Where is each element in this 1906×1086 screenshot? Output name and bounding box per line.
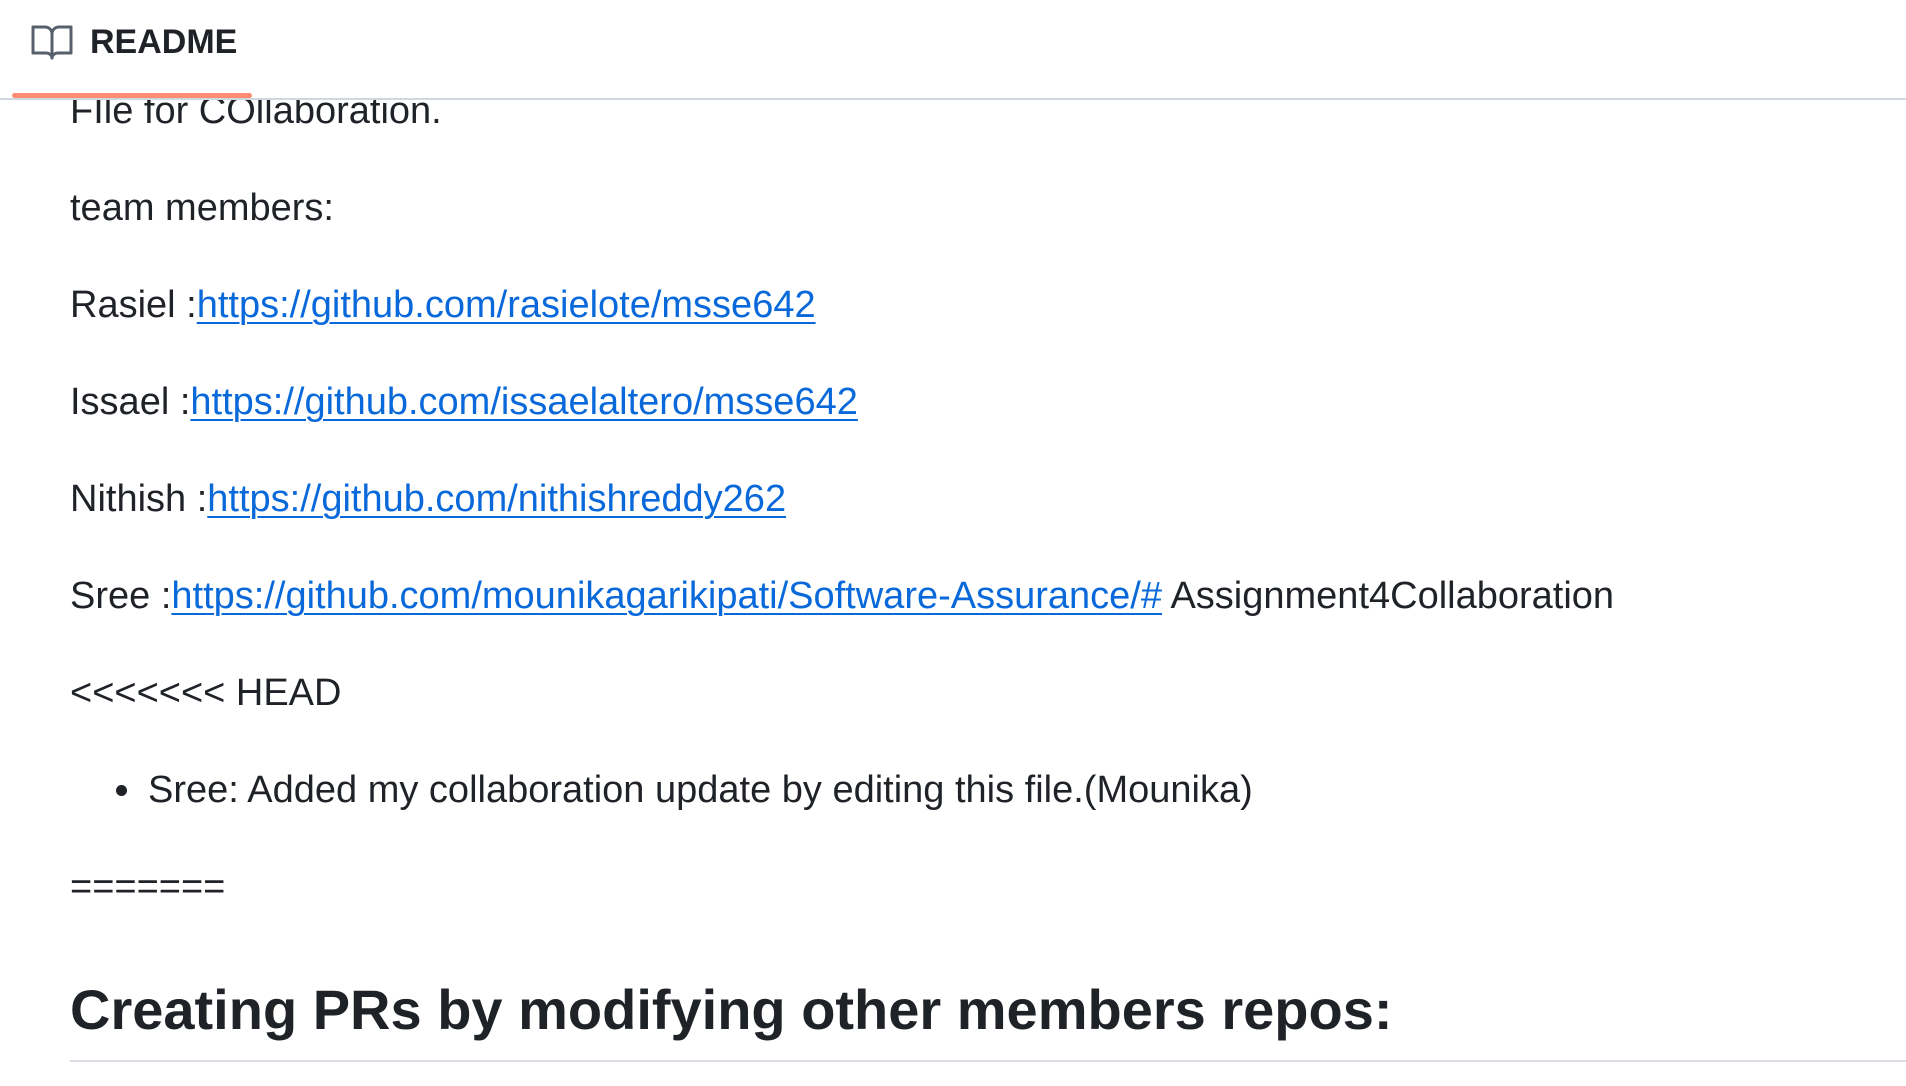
readme-page: README FIle for COllaboration. team memb… (0, 0, 1906, 1086)
member-name: Nithish : (70, 478, 208, 520)
readme-tab-bar: README (0, 0, 1906, 100)
member-link-rasiel[interactable]: https://github.com/rasielote/msse642 (197, 284, 816, 326)
readme-tab-label: README (90, 23, 238, 61)
book-icon (31, 25, 73, 60)
member-rasiel: Rasiel :https://github.com/rasielote/mss… (70, 282, 816, 328)
member-name: Rasiel : (70, 284, 197, 326)
member-nithish: Nithish :https://github.com/nithishreddy… (70, 476, 786, 522)
readme-tab[interactable]: README (12, 0, 252, 98)
member-link-nithish[interactable]: https://github.com/nithishreddy262 (207, 478, 786, 520)
member-sree: Sree :https://github.com/mounikagarikipa… (70, 573, 1614, 619)
member-suffix: Assignment4Collaboration (1162, 575, 1615, 617)
team-members-label: team members: (70, 187, 334, 229)
bullet-dot (116, 785, 127, 796)
conflict-marker-head: <<<<<<< HEAD (70, 672, 342, 714)
active-tab-indicator (12, 93, 252, 98)
list-item-text: Sree: Added my collaboration update by e… (148, 769, 1253, 811)
conflict-separator: ======= (70, 866, 226, 908)
member-name: Issael : (70, 381, 191, 423)
member-link-sree[interactable]: https://github.com/mounikagarikipati/Sof… (171, 575, 1162, 617)
heading-divider (70, 1060, 1906, 1062)
member-name: Sree : (70, 575, 172, 617)
member-link-issael[interactable]: https://github.com/issaelaltero/msse642 (190, 381, 857, 423)
member-issael: Issael :https://github.com/issaelaltero/… (70, 379, 858, 425)
section-heading: Creating PRs by modifying other members … (70, 978, 1393, 1041)
